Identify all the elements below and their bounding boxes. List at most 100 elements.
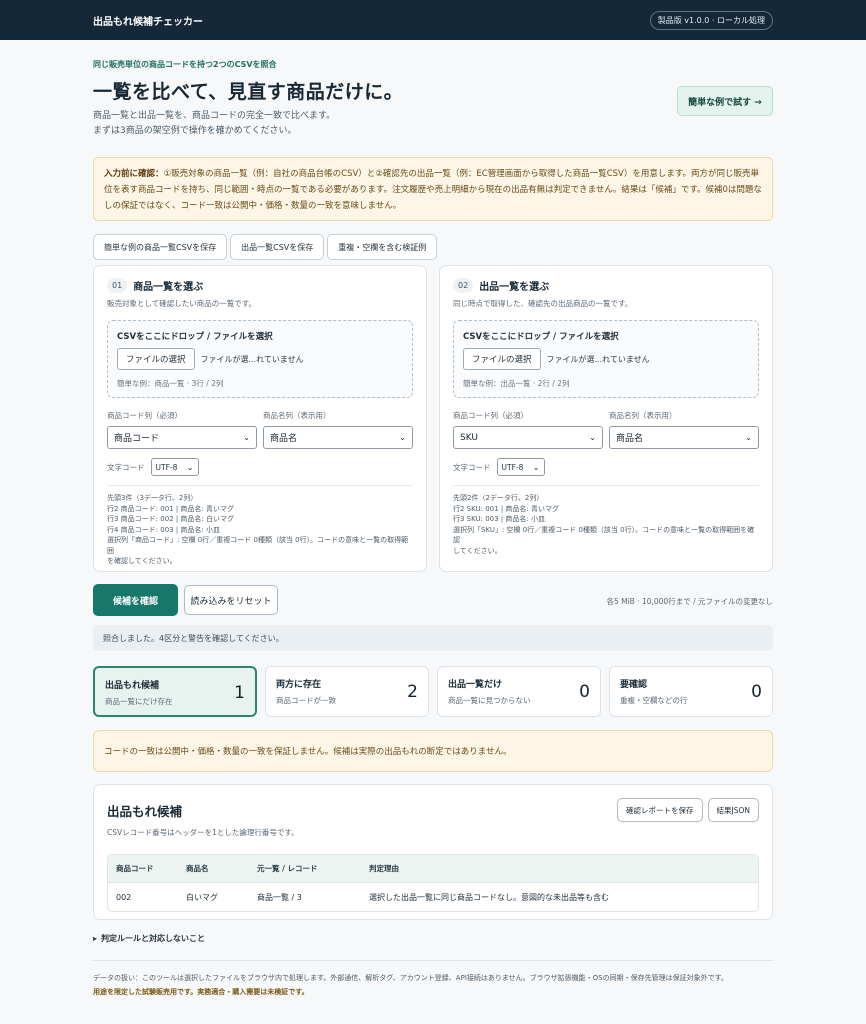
dropzone-label: CSVをここにドロップ / ファイルを選択 (463, 332, 619, 342)
validation-example-button[interactable]: 重複・空欄を含む検証例 (327, 234, 438, 260)
hero-description: 商品一覧と出品一覧を、商品コードの完全一致で比べます。 まずは3商品の架空例で操… (93, 109, 773, 139)
preview-line: 行2 商品コード: 001 | 商品名: 青いマグ (107, 504, 235, 513)
disclosure-label: 判定ルールと対応しないこと (101, 934, 206, 943)
card-title: 両方に存在 (276, 680, 322, 690)
encoding-select[interactable]: UTF-8 ⌄ (496, 458, 545, 476)
preview-line: 行3 商品コード: 002 | 商品名: 白いマグ (107, 515, 235, 523)
choose-file-button[interactable]: ファイルの選択 (117, 348, 195, 370)
divider (93, 960, 773, 961)
preview-line: 選択列「商品コード」: 空欄 0行／重複コード 0種類（該当 0行）。コードの意… (107, 536, 409, 555)
cell-code: 002 (116, 892, 132, 902)
confirm-candidates-button[interactable]: 候補を確認 (93, 584, 178, 616)
cell-name: 白いマグ (186, 892, 218, 902)
card-needs-review[interactable]: 要確認 重複・空欄などの行 0 (609, 666, 773, 717)
result-json-button[interactable]: 結果JSON (707, 798, 759, 822)
chevron-down-icon: ⌄ (589, 433, 596, 442)
results-panel: 出品もれ候補 CSVレコード番号はヘッダーを1とした論理行番号です。 確認レポー… (93, 784, 773, 920)
select-value: 商品コード (114, 434, 160, 444)
hero-desc-line: 商品一覧と出品一覧を、商品コードの完全一致で比べます。 (93, 111, 336, 121)
chevron-down-icon: ⌄ (243, 433, 250, 442)
sample-buttons: 簡単な例の商品一覧CSVを保存 出品一覧CSVを保存 重複・空欄を含む検証例 (93, 234, 773, 260)
card-title: 出品もれ候補 (105, 681, 160, 691)
chevron-down-icon: ⌄ (532, 462, 540, 472)
csv-preview: 先頭3件（3データ行、2列） 行2 商品コード: 001 | 商品名: 青いマグ… (107, 493, 413, 567)
result-notice: コードの一致は公開中・価格・数量の一致を保証しません。候補は実際の出品もれの断定… (93, 730, 773, 772)
panel-title: 出品一覧を選ぶ (479, 282, 550, 293)
preview-line: 先頭3件（3データ行、2列） (107, 494, 198, 502)
card-subtitle: 重複・空欄などの行 (620, 696, 688, 705)
preview-line: 選択列「SKU」: 空欄 0行／重複コード 0種類（該当 0行）。コードの意味と… (453, 525, 755, 545)
column-header: 商品コード (116, 864, 154, 873)
code-column-select[interactable]: SKU ⌄ (453, 426, 603, 449)
results-table: 商品コード 商品名 元一覧 / レコード 判定理由 002 白いマグ 商品一覧 … (107, 854, 759, 912)
cell-reason: 選択した出品一覧に同じ商品コードなし。意図的な未出品等も含む (369, 892, 609, 902)
input-warning: 入力前に確認：①販売対象の商品一覧（例：自社の商品台帳のCSV）と②確認先の出品… (93, 157, 773, 221)
preview-line: してください。 (453, 546, 502, 555)
hero-eyebrow: 同じ販売単位の商品コードを持つ2つのCSVを照合 (93, 60, 277, 69)
name-column-label: 商品名列（表示用） (609, 411, 677, 420)
reset-button[interactable]: 読み込みをリセット (184, 585, 278, 615)
encoding-label: 文字コード (107, 462, 145, 472)
table-row: 002 白いマグ 商品一覧 / 3 選択した出品一覧に同じ商品コードなし。意図的… (108, 882, 758, 911)
preview-line: 行3 SKU: 003 | 商品名: 小皿 (453, 515, 545, 523)
preview-line: 先頭2件（2データ行、2列） (453, 494, 544, 502)
product-list-panel: 01 商品一覧を選ぶ 販売対象として確認したい商品の一覧です。 CSVをここにド… (93, 265, 427, 572)
select-value: UTF-8 (155, 462, 178, 472)
select-value: SKU (460, 432, 478, 443)
rules-disclosure[interactable]: ▸ 判定ルールと対応しないこと (93, 933, 773, 944)
card-subtitle: 商品一覧に見つからない (448, 696, 531, 705)
status-message: 照合しました。4区分と警告を確認してください。 (93, 625, 773, 651)
card-missing-candidates[interactable]: 出品もれ候補 商品一覧にだけ存在 1 (93, 666, 257, 717)
triangle-right-icon: ▸ (93, 934, 98, 943)
csv-dropzone[interactable]: CSVをここにドロップ / ファイルを選択 ファイルの選択 ファイルが選...れ… (107, 320, 413, 398)
cell-source: 商品一覧 / 3 (257, 892, 302, 902)
encoding-select[interactable]: UTF-8 ⌄ (150, 458, 199, 476)
panel-title: 商品一覧を選ぶ (133, 282, 204, 293)
summary-cards: 出品もれ候補 商品一覧にだけ存在 1 両方に存在 商品コードが一致 2 出品一覧… (93, 666, 773, 717)
card-count: 0 (751, 682, 762, 702)
listing-list-panel: 02 出品一覧を選ぶ 同じ時点で取得した、確認先の出品商品の一覧です。 CSVを… (439, 265, 773, 572)
card-listing-only[interactable]: 出品一覧だけ 商品一覧に見つからない 0 (437, 666, 601, 717)
dropzone-label: CSVをここにドロップ / ファイルを選択 (117, 332, 273, 342)
save-sample-listings-button[interactable]: 出品一覧CSVを保存 (230, 234, 325, 260)
panel-description: 販売対象として確認したい商品の一覧です。 (107, 299, 257, 308)
hero-desc-line: まずは3商品の架空例で操作を確かめてください。 (93, 126, 297, 136)
card-count: 1 (234, 683, 245, 703)
limit-note: 各5 MiB · 10,000行まで / 元ファイルの変更なし (606, 597, 773, 606)
card-in-both[interactable]: 両方に存在 商品コードが一致 2 (265, 666, 429, 717)
encoding-label: 文字コード (453, 462, 491, 472)
column-header: 判定理由 (369, 864, 399, 873)
card-title: 出品一覧だけ (448, 680, 503, 690)
preview-line: 行4 商品コード: 003 | 商品名: 小皿 (107, 525, 221, 534)
save-report-button[interactable]: 確認レポートを保存 (617, 798, 703, 822)
choose-file-button[interactable]: ファイルの選択 (463, 348, 541, 370)
select-value: 商品名 (616, 434, 644, 444)
code-column-label: 商品コード列（必須） (453, 411, 528, 420)
file-status: ファイルが選...れていません (200, 354, 304, 364)
column-header: 元一覧 / レコード (257, 864, 318, 873)
column-header: 商品名 (186, 864, 209, 873)
preview-line: 行2 SKU: 001 | 商品名: 青いマグ (453, 504, 559, 513)
csv-preview: 先頭2件（2データ行、2列） 行2 SKU: 001 | 商品名: 青いマグ 行… (453, 493, 759, 556)
panel-description: 同じ時点で取得した、確認先の出品商品の一覧です。 (453, 299, 633, 308)
name-column-select[interactable]: 商品名 ⌄ (609, 426, 759, 449)
card-count: 0 (579, 682, 590, 702)
try-example-button[interactable]: 簡単な例で試す → (677, 86, 773, 116)
app-title: 出品もれ候補チェッカー (93, 16, 203, 28)
code-column-select[interactable]: 商品コード ⌄ (107, 426, 257, 449)
sample-note: 簡単な例：出品一覧 · 2行 / 2列 (463, 379, 570, 388)
card-title: 要確認 (620, 680, 648, 690)
table-header: 商品コード 商品名 元一覧 / レコード 判定理由 (108, 855, 758, 882)
csv-dropzone[interactable]: CSVをここにドロップ / ファイルを選択 ファイルの選択 ファイルが選...れ… (453, 320, 759, 398)
sample-note: 簡単な例：商品一覧 · 3行 / 2列 (117, 379, 224, 388)
page-title: 一覧を比べて、見直す商品だけに。 (93, 81, 404, 103)
card-count: 2 (407, 682, 418, 702)
chevron-down-icon: ⌄ (186, 462, 194, 472)
card-subtitle: 商品一覧にだけ存在 (105, 697, 173, 706)
preview-line: を確認してください。 (107, 557, 177, 565)
name-column-select[interactable]: 商品名 ⌄ (263, 426, 413, 449)
save-sample-products-button[interactable]: 簡単な例の商品一覧CSVを保存 (93, 234, 228, 260)
step-number: 01 (107, 278, 128, 293)
chevron-down-icon: ⌄ (745, 433, 752, 442)
card-subtitle: 商品コードが一致 (276, 696, 336, 705)
